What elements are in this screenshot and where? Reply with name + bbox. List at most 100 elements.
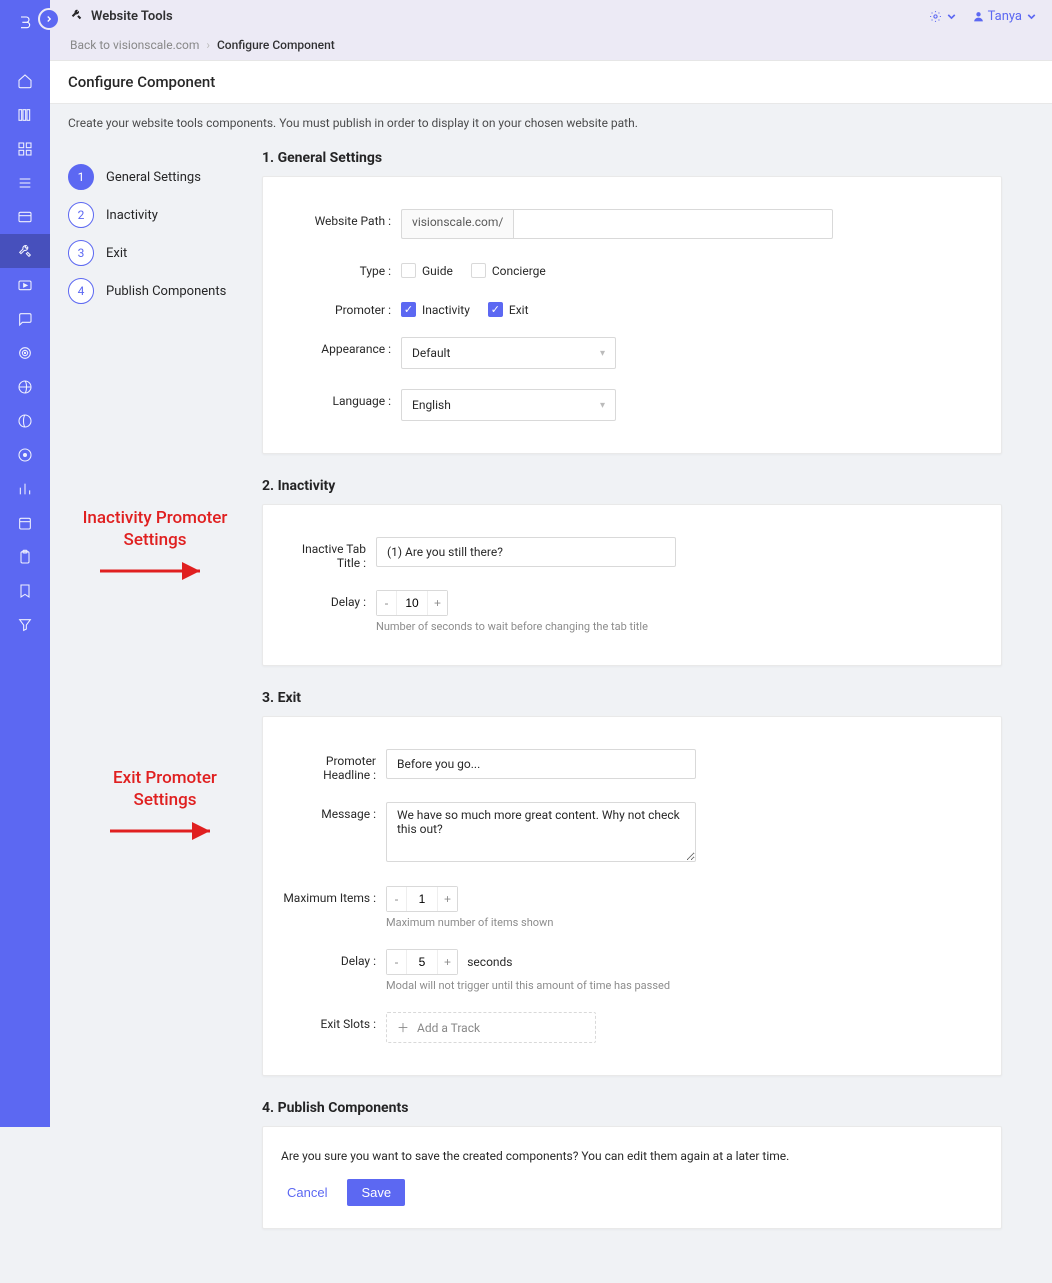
nav-filter-icon[interactable] (0, 608, 50, 642)
stepper-increment-button[interactable]: + (437, 887, 457, 911)
step-inactivity[interactable]: 2 Inactivity (68, 196, 262, 234)
section-publish: 4. Publish Components Are you sure you w… (262, 1100, 1002, 1229)
step-bullet-3: 3 (68, 240, 94, 266)
intro-text: Create your website tools components. Yo… (50, 104, 1052, 142)
inactivity-delay-stepper[interactable]: - + (376, 590, 448, 616)
website-path-input[interactable] (513, 209, 833, 239)
add-track-button[interactable]: ＋ Add a Track (386, 1012, 596, 1043)
inactivity-delay-value[interactable] (397, 591, 427, 615)
nav-target-icon[interactable] (0, 336, 50, 370)
exit-delay-value[interactable] (407, 950, 437, 974)
user-menu[interactable]: Tanya (972, 9, 1038, 24)
section-exit-title: 3. Exit (262, 690, 1002, 706)
checkbox-checked-icon (401, 302, 416, 317)
checkbox-checked-icon (488, 302, 503, 317)
stepper-decrement-button[interactable]: - (377, 591, 397, 615)
stepper-decrement-button[interactable]: - (387, 950, 407, 974)
inactivity-delay-label: Delay (281, 590, 376, 609)
app-logo[interactable] (8, 6, 42, 40)
save-button[interactable]: Save (347, 1179, 405, 1206)
callout-inactivity-text: Inactivity Promoter Settings (60, 507, 250, 551)
exit-delay-label: Delay (281, 949, 386, 968)
breadcrumb-back[interactable]: Back to visionscale.com (70, 38, 199, 52)
promoter-label: Promoter (281, 298, 401, 317)
step-exit[interactable]: 3 Exit (68, 234, 262, 272)
nav-bookmark-icon[interactable] (0, 574, 50, 608)
arrow-right-icon (60, 561, 250, 587)
promoter-exit-checkbox[interactable]: Exit (488, 302, 529, 317)
language-label: Language (281, 389, 401, 408)
exit-delay-stepper[interactable]: - + (386, 949, 458, 975)
chevron-down-icon: ▾ (600, 348, 605, 359)
nav-play-icon[interactable] (0, 268, 50, 302)
type-guide-label: Guide (422, 264, 453, 278)
step-label-3: Exit (106, 246, 127, 261)
user-name: Tanya (988, 9, 1022, 24)
nav-analytics-icon[interactable] (0, 472, 50, 506)
exit-delay-hint: Modal will not trigger until this amount… (386, 979, 983, 992)
appearance-select[interactable]: Default ▾ (401, 337, 616, 369)
nav-library-icon[interactable] (0, 98, 50, 132)
exit-message-input[interactable] (386, 802, 696, 862)
page-title: Configure Component (50, 60, 1052, 104)
top-bar: Website Tools Tanya (50, 0, 1052, 33)
checkbox-icon (471, 263, 486, 278)
callout-exit-text: Exit Promoter Settings (80, 767, 250, 811)
stepper-decrement-button[interactable]: - (387, 887, 407, 911)
sidebar-expand-button[interactable] (38, 8, 60, 30)
nav-apps-icon[interactable] (0, 132, 50, 166)
section-inactivity-title: 2. Inactivity (262, 478, 1002, 494)
inactive-tab-title-input[interactable] (376, 537, 676, 567)
promoter-exit-label: Exit (509, 303, 529, 317)
language-select[interactable]: English ▾ (401, 389, 616, 421)
exit-max-items-stepper[interactable]: - + (386, 886, 458, 912)
arrow-right-icon (80, 821, 250, 847)
appearance-value: Default (412, 346, 450, 360)
nav-clipboard-icon[interactable] (0, 540, 50, 574)
section-general: 1. General Settings Website Path visions… (262, 150, 1002, 454)
step-bullet-2: 2 (68, 202, 94, 228)
settings-menu[interactable] (929, 10, 958, 23)
appearance-label: Appearance (281, 337, 401, 356)
exit-message-label: Message (281, 802, 386, 821)
nav-home-icon[interactable] (0, 64, 50, 98)
exit-max-items-hint: Maximum number of items shown (386, 916, 983, 929)
type-guide-checkbox[interactable]: Guide (401, 263, 453, 278)
nav-tools-icon[interactable] (0, 234, 50, 268)
exit-slots-label: Exit Slots (281, 1012, 386, 1031)
nav-globe1-icon[interactable] (0, 370, 50, 404)
type-label: Type (281, 259, 401, 278)
step-publish[interactable]: 4 Publish Components (68, 272, 262, 310)
nav-card-icon[interactable] (0, 200, 50, 234)
stepper-increment-button[interactable]: + (427, 591, 447, 615)
inactive-tab-title-label: Inactive Tab Title (281, 537, 376, 570)
website-path-label: Website Path (281, 209, 401, 228)
step-label-2: Inactivity (106, 208, 158, 223)
step-bullet-4: 4 (68, 278, 94, 304)
callout-exit: Exit Promoter Settings (80, 767, 250, 847)
exit-max-items-value[interactable] (407, 887, 437, 911)
step-bullet-1: 1 (68, 164, 94, 190)
language-value: English (412, 398, 451, 412)
nav-calendar-icon[interactable] (0, 506, 50, 540)
type-concierge-label: Concierge (492, 264, 546, 278)
section-general-title: 1. General Settings (262, 150, 1002, 166)
checkbox-icon (401, 263, 416, 278)
nav-list-icon[interactable] (0, 166, 50, 200)
nav-globe3-icon[interactable] (0, 438, 50, 472)
section-inactivity: 2. Inactivity Inactive Tab Title Delay - (262, 478, 1002, 666)
section-publish-title: 4. Publish Components (262, 1100, 1002, 1116)
cancel-button[interactable]: Cancel (281, 1184, 333, 1201)
exit-headline-input[interactable] (386, 749, 696, 779)
nav-globe2-icon[interactable] (0, 404, 50, 438)
type-concierge-checkbox[interactable]: Concierge (471, 263, 546, 278)
step-general[interactable]: 1 General Settings (68, 158, 262, 196)
website-path-prefix: visionscale.com/ (401, 209, 513, 239)
exit-max-items-label: Maximum Items (281, 886, 386, 905)
plus-icon: ＋ (397, 1019, 409, 1036)
promoter-inactivity-checkbox[interactable]: Inactivity (401, 302, 470, 317)
nav-chat-icon[interactable] (0, 302, 50, 336)
stepper-increment-button[interactable]: + (437, 950, 457, 974)
add-track-label: Add a Track (417, 1021, 480, 1035)
step-list: 1 General Settings 2 Inactivity 3 Exit 4… (62, 142, 262, 1253)
